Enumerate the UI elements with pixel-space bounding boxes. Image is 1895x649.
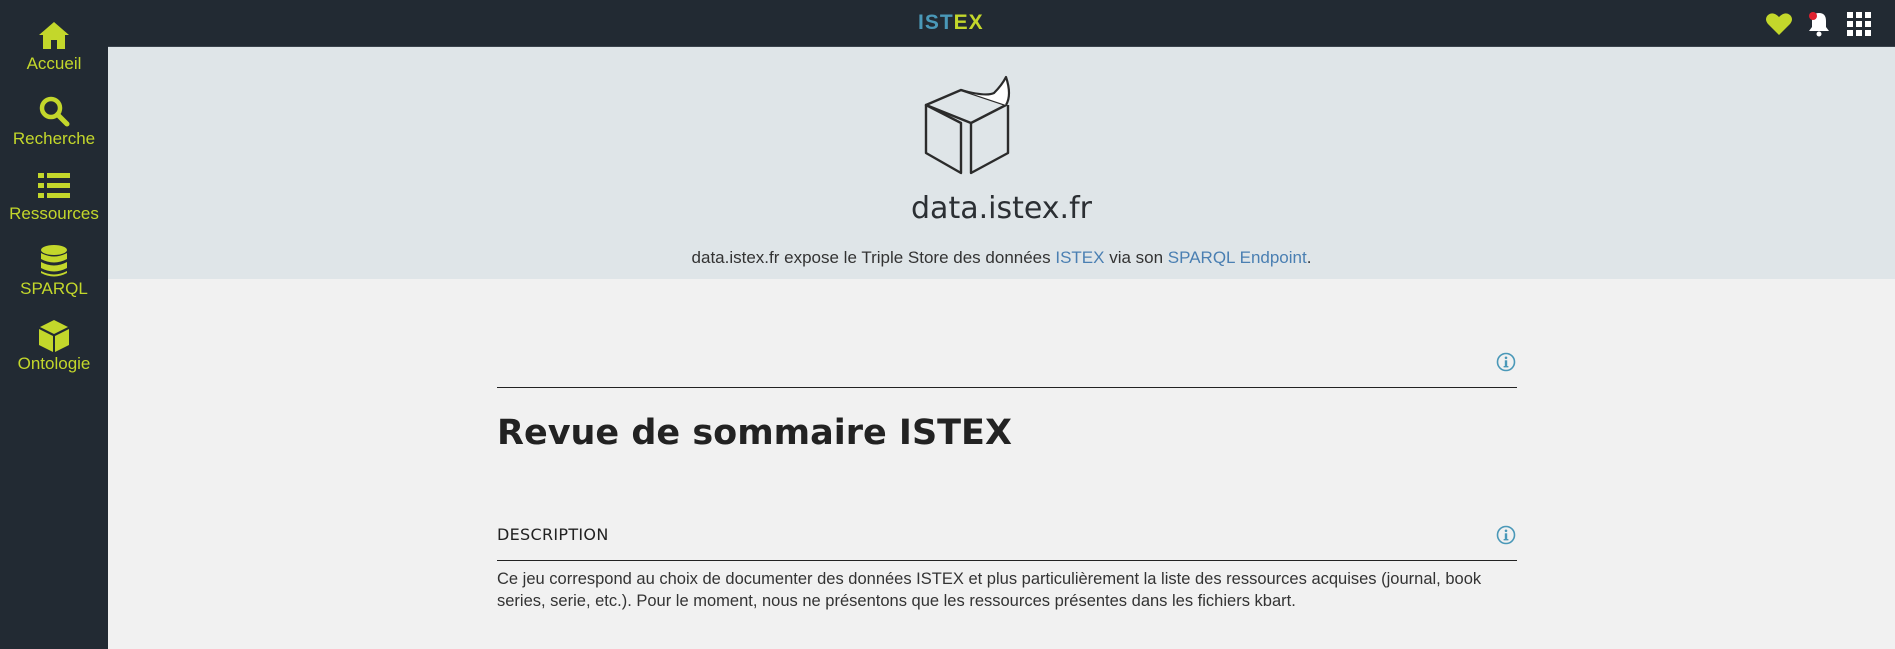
- page-title: Revue de sommaire ISTEX: [497, 413, 1012, 453]
- brand-part-2: EX: [953, 11, 984, 34]
- cube-icon: [39, 320, 69, 352]
- hero-desc-suffix: .: [1306, 248, 1312, 267]
- hero-desc-middle: via son: [1104, 248, 1168, 267]
- hero-description: data.istex.fr expose le Triple Store des…: [108, 248, 1895, 268]
- info-icon[interactable]: [1496, 525, 1516, 545]
- sidebar-item-label: Ontologie: [17, 354, 91, 373]
- sidebar-item-label: Accueil: [26, 54, 82, 73]
- brand-logo[interactable]: ISTEX: [918, 11, 984, 35]
- home-icon: [39, 22, 69, 49]
- divider: [497, 387, 1517, 388]
- brand-part-1: IST: [918, 11, 954, 34]
- sidebar-item-recherche[interactable]: Recherche: [0, 93, 108, 149]
- hero-desc-prefix: data.istex.fr expose le Triple Store des…: [691, 248, 1056, 267]
- box-logo-icon: [924, 75, 1011, 175]
- sidebar-item-accueil[interactable]: Accueil: [0, 18, 108, 74]
- sidebar-item-label: Ressources: [9, 204, 99, 223]
- top-bar: ISTEX: [108, 0, 1895, 47]
- sidebar-item-label: SPARQL: [20, 279, 88, 298]
- apps-grid-icon[interactable]: [1845, 10, 1873, 38]
- section-title-description: DESCRIPTION: [497, 525, 609, 544]
- sidebar-item-label: Recherche: [12, 129, 96, 148]
- search-icon: [39, 96, 70, 127]
- sparql-endpoint-link[interactable]: SPARQL Endpoint: [1168, 248, 1307, 267]
- sidebar-item-sparql[interactable]: SPARQL: [0, 243, 108, 299]
- heart-icon[interactable]: [1765, 10, 1793, 38]
- divider: [497, 560, 1517, 561]
- database-icon: [41, 245, 67, 277]
- sidebar: Accueil Recherche Ressources SPARQL Onto…: [0, 0, 108, 649]
- sidebar-item-ressources[interactable]: Ressources: [0, 168, 108, 224]
- hero-title: data.istex.fr: [911, 191, 1092, 226]
- sidebar-item-ontologie[interactable]: Ontologie: [0, 318, 108, 374]
- info-icon[interactable]: [1496, 352, 1516, 372]
- section-description-text: Ce jeu correspond au choix de documenter…: [497, 570, 1482, 610]
- bell-icon[interactable]: [1805, 10, 1833, 38]
- istex-link[interactable]: ISTEX: [1055, 248, 1104, 267]
- hero-banner: data.istex.fr data.istex.fr expose le Tr…: [108, 47, 1895, 279]
- list-icon: [38, 173, 70, 198]
